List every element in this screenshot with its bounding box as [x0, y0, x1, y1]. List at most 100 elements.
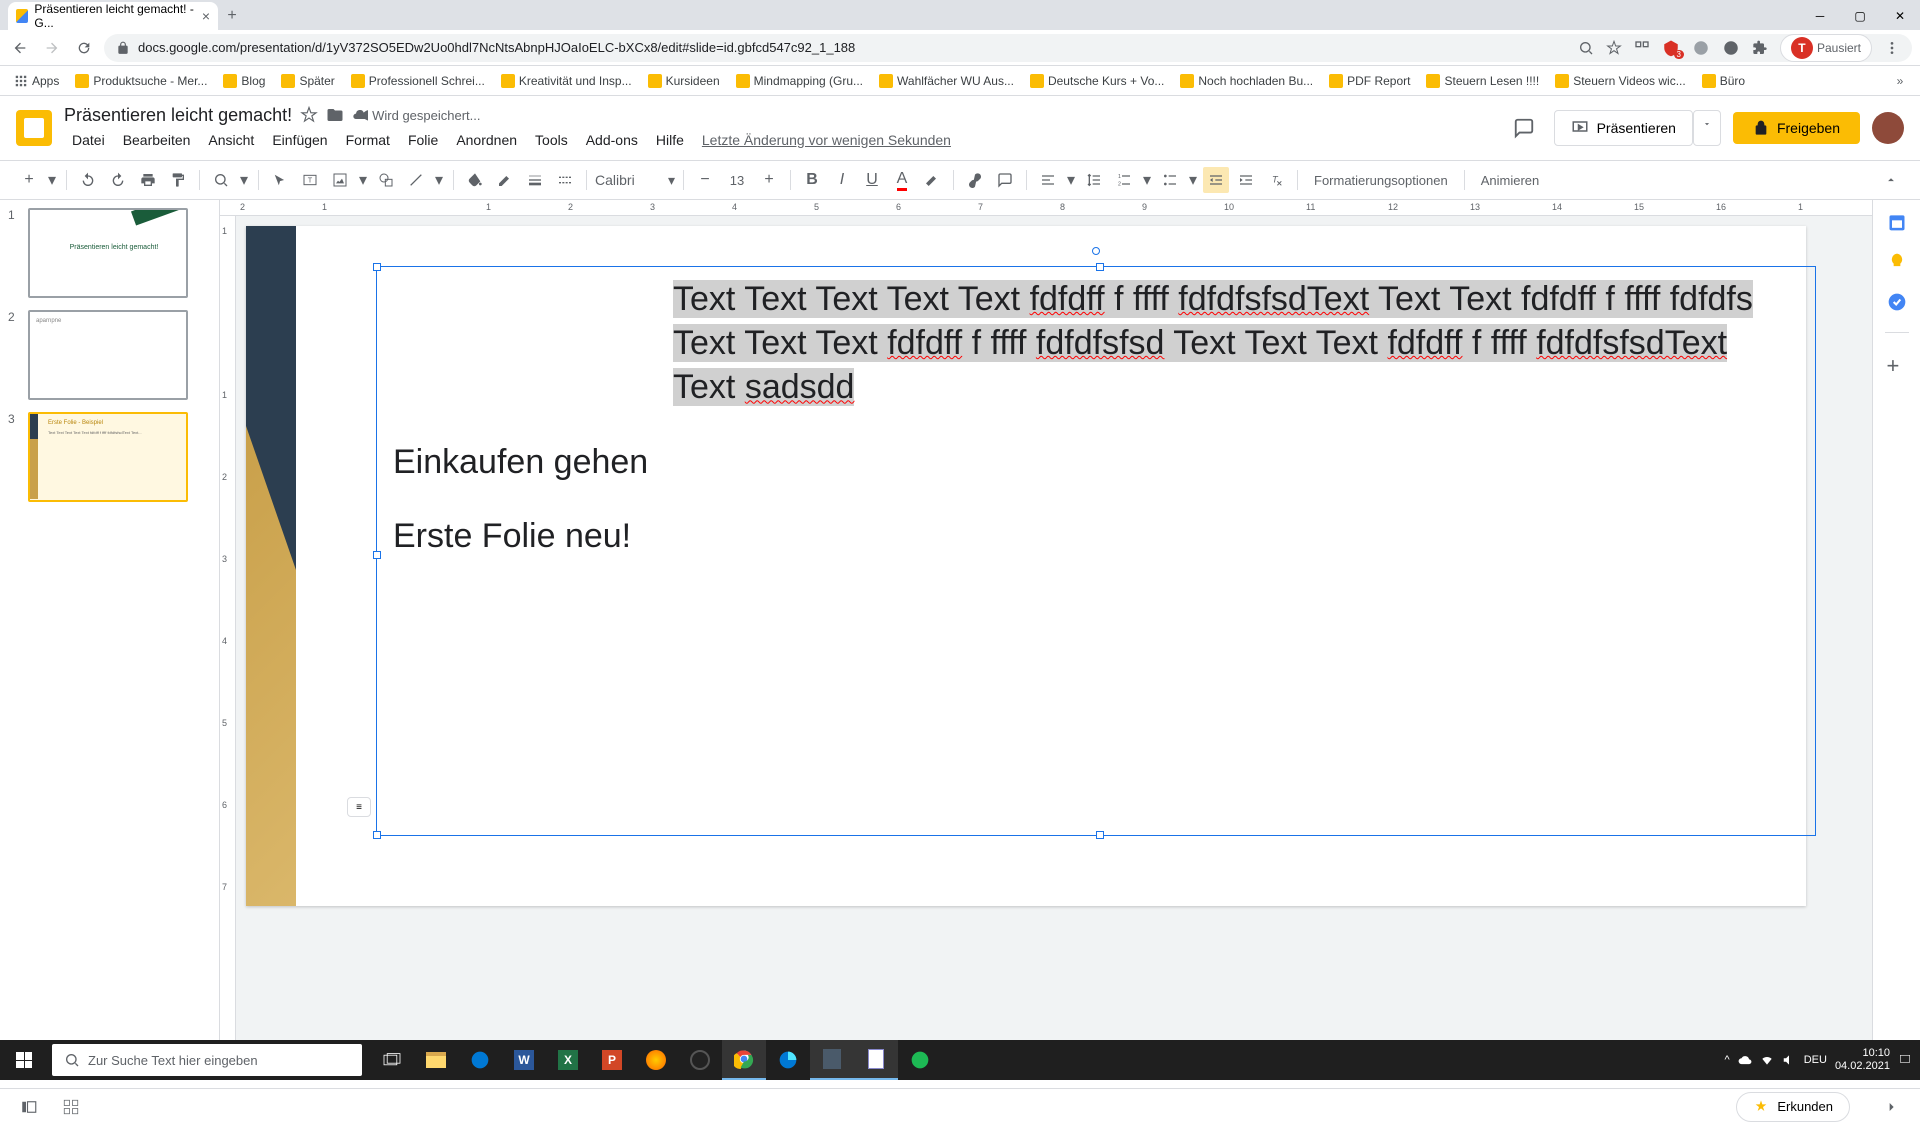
- extensions-icon[interactable]: [1752, 40, 1768, 56]
- filmstrip-view-button[interactable]: [16, 1094, 42, 1120]
- slide-canvas[interactable]: Text Text Text Text Text fdfdff f ffff f…: [246, 226, 1806, 906]
- wifi-icon[interactable]: [1760, 1053, 1774, 1067]
- bookmark-item[interactable]: Später: [275, 70, 340, 92]
- border-weight-button[interactable]: [522, 167, 548, 193]
- spotify-app-icon[interactable]: [898, 1040, 942, 1080]
- bookmark-item[interactable]: Deutsche Kurs + Vo...: [1024, 70, 1170, 92]
- fill-color-button[interactable]: [462, 167, 488, 193]
- line-spacing-button[interactable]: [1081, 167, 1107, 193]
- star-outline-icon[interactable]: [300, 106, 318, 124]
- text-box-selected[interactable]: Text Text Text Text Text fdfdff f ffff f…: [376, 266, 1816, 836]
- select-tool-button[interactable]: [267, 167, 293, 193]
- rotate-handle[interactable]: [1092, 247, 1100, 255]
- menu-anordnen[interactable]: Anordnen: [448, 128, 525, 152]
- edge-legacy-icon[interactable]: [458, 1040, 502, 1080]
- doc-title[interactable]: Präsentieren leicht gemacht!: [64, 105, 292, 126]
- minimize-button[interactable]: ─: [1800, 2, 1840, 30]
- resize-handle[interactable]: [1096, 263, 1104, 271]
- bookmark-item[interactable]: Steuern Lesen !!!!: [1420, 70, 1545, 92]
- explore-button[interactable]: Erkunden: [1736, 1092, 1850, 1122]
- line-dropdown[interactable]: ▾: [433, 167, 445, 193]
- move-icon[interactable]: [326, 106, 344, 124]
- clock[interactable]: 10:10 04.02.2021: [1835, 1047, 1890, 1073]
- notifications-icon[interactable]: [1898, 1053, 1912, 1067]
- indent-decrease-button[interactable]: [1203, 167, 1229, 193]
- line-button[interactable]: [403, 167, 429, 193]
- last-edit-link[interactable]: Letzte Änderung vor wenigen Sekunden: [694, 128, 959, 152]
- language-indicator[interactable]: DEU: [1804, 1054, 1827, 1066]
- bookmark-item[interactable]: Blog: [217, 70, 271, 92]
- bookmarks-overflow-icon[interactable]: »: [1888, 69, 1912, 93]
- comment-button[interactable]: [992, 167, 1018, 193]
- shape-button[interactable]: [373, 167, 399, 193]
- menu-einfuegen[interactable]: Einfügen: [264, 128, 335, 152]
- menu-bearbeiten[interactable]: Bearbeiten: [115, 128, 199, 152]
- bookmark-item[interactable]: Steuern Videos wic...: [1549, 70, 1692, 92]
- bookmark-item[interactable]: PDF Report: [1323, 70, 1416, 92]
- add-on-icon[interactable]: +: [1887, 353, 1907, 373]
- back-button[interactable]: [8, 36, 32, 60]
- close-tab-icon[interactable]: ×: [202, 8, 210, 24]
- start-button[interactable]: [0, 1040, 48, 1080]
- slides-logo-icon[interactable]: [16, 110, 52, 146]
- taskbar-search[interactable]: Zur Suche Text hier eingeben: [52, 1044, 362, 1076]
- align-button[interactable]: [1035, 167, 1061, 193]
- link-button[interactable]: [962, 167, 988, 193]
- slide-text-line[interactable]: Text sadsdd: [673, 365, 1799, 409]
- volume-icon[interactable]: [1782, 1053, 1796, 1067]
- underline-button[interactable]: U: [859, 167, 885, 193]
- font-size-input[interactable]: 13: [722, 167, 752, 193]
- bookmark-item[interactable]: Wahlfächer WU Aus...: [873, 70, 1020, 92]
- highlight-button[interactable]: [919, 167, 945, 193]
- slide-text-line[interactable]: Einkaufen gehen: [393, 440, 1799, 484]
- resize-handle[interactable]: [1096, 831, 1104, 839]
- account-avatar[interactable]: [1872, 112, 1904, 144]
- format-options-button[interactable]: Formatierungsoptionen: [1306, 167, 1456, 193]
- text-color-button[interactable]: A: [889, 167, 915, 193]
- new-slide-button[interactable]: +: [16, 167, 42, 193]
- collapse-toolbar-button[interactable]: [1878, 167, 1904, 193]
- powerpoint-app-icon[interactable]: P: [590, 1040, 634, 1080]
- bullet-list-dropdown[interactable]: ▾: [1187, 167, 1199, 193]
- indent-increase-button[interactable]: [1233, 167, 1259, 193]
- numbered-list-button[interactable]: 12: [1111, 167, 1137, 193]
- font-select[interactable]: Calibri▾: [595, 167, 675, 193]
- paint-format-button[interactable]: [165, 167, 191, 193]
- onedrive-icon[interactable]: [1738, 1053, 1752, 1067]
- qr-icon[interactable]: [1634, 40, 1650, 56]
- autofit-handle[interactable]: ≡: [347, 797, 371, 817]
- new-slide-dropdown[interactable]: ▾: [46, 167, 58, 193]
- menu-datei[interactable]: Datei: [64, 128, 113, 152]
- print-button[interactable]: [135, 167, 161, 193]
- share-button[interactable]: Freigeben: [1733, 112, 1860, 144]
- bookmark-item[interactable]: Kursideen: [642, 70, 726, 92]
- word-app-icon[interactable]: W: [502, 1040, 546, 1080]
- bookmark-item[interactable]: Produktsuche - Mer...: [69, 70, 213, 92]
- numbered-list-dropdown[interactable]: ▾: [1141, 167, 1153, 193]
- obs-app-icon[interactable]: [678, 1040, 722, 1080]
- resize-handle[interactable]: [373, 551, 381, 559]
- slide-thumbnail-3[interactable]: Erste Folie - Beispiel Text Text Text Te…: [28, 412, 188, 502]
- menu-tools[interactable]: Tools: [527, 128, 576, 152]
- close-window-button[interactable]: ✕: [1880, 2, 1920, 30]
- blocker-icon[interactable]: 3: [1662, 39, 1680, 57]
- resize-handle[interactable]: [373, 263, 381, 271]
- slide-text-line[interactable]: Text Text Text Text Text fdfdff f ffff f…: [673, 277, 1799, 321]
- animate-button[interactable]: Animieren: [1473, 167, 1548, 193]
- reload-button[interactable]: [72, 36, 96, 60]
- bookmark-item[interactable]: Noch hochladen Bu...: [1174, 70, 1319, 92]
- bookmark-item[interactable]: Professionell Schrei...: [345, 70, 491, 92]
- star-icon[interactable]: [1606, 40, 1622, 56]
- border-dash-button[interactable]: [552, 167, 578, 193]
- calendar-icon[interactable]: [1887, 212, 1907, 232]
- italic-button[interactable]: I: [829, 167, 855, 193]
- bullet-list-button[interactable]: [1157, 167, 1183, 193]
- slide-text-line[interactable]: Text Text Text fdfdff f ffff fdfdfsfsd T…: [673, 321, 1799, 365]
- bookmark-item[interactable]: Kreativität und Insp...: [495, 70, 638, 92]
- tasks-icon[interactable]: [1887, 292, 1907, 312]
- forward-button[interactable]: [40, 36, 64, 60]
- image-button[interactable]: [327, 167, 353, 193]
- font-size-increase[interactable]: +: [756, 167, 782, 193]
- grid-view-button[interactable]: [58, 1094, 84, 1120]
- excel-app-icon[interactable]: X: [546, 1040, 590, 1080]
